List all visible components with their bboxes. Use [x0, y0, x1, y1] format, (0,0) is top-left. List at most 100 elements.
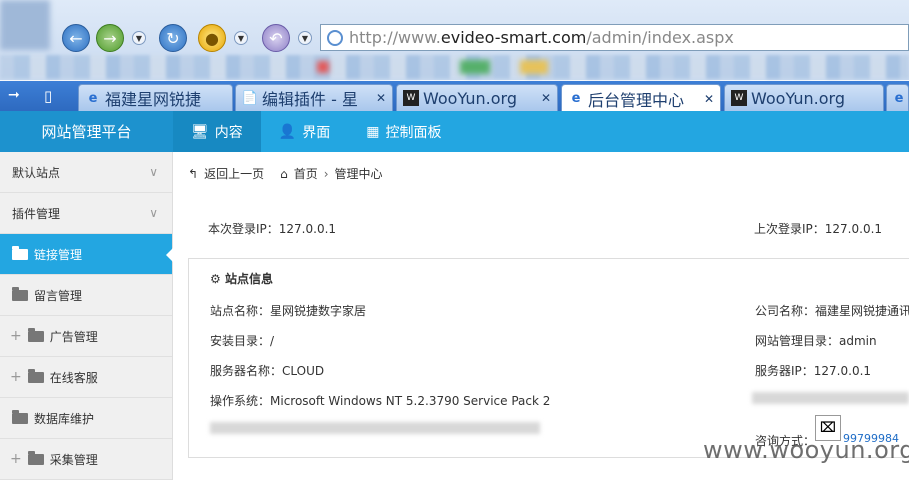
blurred-region — [317, 61, 329, 73]
site-info-title: ⚙ 站点信息 — [210, 270, 273, 287]
home-icon: ● — [205, 28, 219, 48]
chevron-down-icon: ∨ — [149, 165, 158, 179]
tab-title: WooYun.org — [751, 88, 846, 108]
refresh-icon: ↻ — [166, 28, 180, 48]
blurred-region — [460, 60, 490, 74]
back-button[interactable]: ← — [62, 24, 90, 52]
mobile-icon[interactable]: ▯ — [44, 87, 52, 105]
server-ip: 服务器IP：127.0.0.1 — [755, 364, 872, 378]
refresh-button[interactable]: ↻ — [159, 24, 187, 52]
app-header: 网站管理平台 🖥 内容 👤 界面 ▦ 控制面板 — [0, 111, 909, 152]
address-url[interactable]: http://www.evideo-smart.com/admin/index.… — [349, 28, 734, 47]
home-button[interactable]: ● — [198, 24, 226, 52]
sidebar-item-label: 默认站点 — [12, 165, 61, 180]
brand-title: 网站管理平台 — [0, 111, 173, 152]
tab-title: 福建星网锐捷 — [105, 90, 202, 109]
home-link[interactable]: 首页 — [294, 165, 318, 182]
blurred-region — [210, 422, 540, 434]
sidebar-item-label: 链接管理 — [34, 247, 83, 262]
top-nav-control-panel[interactable]: ▦ 控制面板 — [348, 111, 459, 152]
top-nav-label: 内容 — [214, 124, 243, 141]
watermark: www.wooyun.org — [703, 436, 909, 464]
arrow-right-icon: → — [103, 28, 117, 48]
tab-3[interactable]: W WooYun.org ✕ — [396, 84, 558, 111]
blurred-region — [752, 392, 909, 404]
expand-plus-icon[interactable]: + — [10, 369, 22, 385]
sidebar-item-label: 留言管理 — [34, 288, 83, 303]
sidebar-item-label: 采集管理 — [49, 452, 98, 467]
folder-icon — [27, 368, 44, 383]
sidebar: 默认站点 ∨ 插件管理 ∨ 链接管理 留言管理 + 广告管理 + 在线客服 数据… — [0, 152, 173, 480]
sidebar-item-plugin-management[interactable]: 插件管理 ∨ — [0, 193, 172, 234]
site-name: 站点名称：星网锐捷数字家居 — [210, 304, 367, 318]
admin-dir: 网站管理目录：admin — [755, 334, 877, 348]
sidebar-item-collection-management[interactable]: + 采集管理 — [0, 439, 172, 480]
undo-dropdown-button[interactable]: ▼ — [298, 31, 312, 45]
top-nav-interface[interactable]: 👤 界面 — [261, 111, 348, 152]
tab-2[interactable]: 📄 编辑插件 - 星 ✕ — [235, 84, 393, 111]
page-security-icon — [327, 29, 343, 46]
arrow-left-icon: ← — [69, 28, 83, 48]
close-icon[interactable]: ✕ — [704, 92, 714, 106]
chevron-down-icon: ∨ — [149, 206, 158, 220]
tab-4-active[interactable]: e 后台管理中心 ✕ — [561, 84, 721, 112]
sidebar-item-label: 在线客服 — [49, 370, 98, 385]
home-icon[interactable]: ⌂ — [280, 167, 288, 181]
url-host: evideo-smart.com — [440, 28, 587, 47]
wooyun-icon: W — [731, 90, 747, 106]
sidebar-item-link-management[interactable]: 链接管理 — [0, 234, 173, 275]
top-nav-label: 控制面板 — [385, 124, 442, 141]
folder-icon — [12, 286, 28, 301]
browser-toolbar: ← → ▼ ↻ ● ▼ ↶ ▼ http://www.evideo-smart.… — [0, 0, 909, 80]
blurred-region — [0, 0, 50, 50]
sidebar-item-database-maintenance[interactable]: 数据库维护 — [0, 398, 172, 439]
breadcrumb: ↰ 返回上一页 ⌂ 首页 › 管理中心 — [188, 165, 389, 182]
folder-icon — [12, 409, 28, 424]
top-nav-content[interactable]: 🖥 内容 — [173, 111, 261, 152]
sidebar-item-online-service[interactable]: + 在线客服 — [0, 357, 172, 398]
ie-icon: e — [571, 91, 581, 106]
undo-close-tab-button[interactable]: ↶ — [262, 24, 290, 52]
top-nav-label: 界面 — [302, 124, 331, 141]
server-name: 服务器名称：CLOUD — [210, 364, 325, 378]
return-icon[interactable]: ↰ — [188, 167, 198, 181]
back-link[interactable]: 返回上一页 — [204, 165, 264, 182]
home-dropdown-button[interactable]: ▼ — [234, 31, 248, 45]
folder-icon — [12, 245, 28, 260]
sidebar-item-ad-management[interactable]: + 广告管理 — [0, 316, 172, 357]
blurred-favorites-bar — [0, 55, 909, 79]
this-login-ip: 本次登录IP：127.0.0.1 — [208, 222, 337, 236]
forward-button[interactable]: → — [96, 24, 124, 52]
tab-title: WooYun.org — [423, 88, 518, 108]
tab-5[interactable]: W WooYun.org — [724, 84, 884, 111]
operating-system: 操作系统：Microsoft Windows NT 5.2.3790 Servi… — [210, 394, 551, 408]
close-icon[interactable]: ✕ — [541, 91, 551, 105]
expand-plus-icon[interactable]: + — [10, 328, 22, 344]
history-dropdown-button[interactable]: ▼ — [132, 31, 146, 45]
ie-icon: e — [88, 90, 98, 106]
address-bar[interactable]: http://www.evideo-smart.com/admin/index.… — [320, 24, 909, 51]
close-icon[interactable]: ✕ — [376, 91, 386, 105]
url-prefix: http://www. — [349, 28, 441, 47]
undo-icon: ↶ — [269, 28, 283, 48]
chevron-down-icon: ▼ — [135, 33, 143, 43]
expand-plus-icon[interactable]: + — [10, 451, 22, 467]
install-dir: 安装目录：/ — [210, 334, 275, 348]
gear-icon: ⚙ — [210, 272, 221, 286]
tab-overflow[interactable]: e — [886, 84, 909, 111]
chevron-down-icon: ▼ — [237, 33, 245, 43]
control-panel-icon: ▦ — [366, 123, 380, 140]
tab-sidebar-toggle-icon[interactable]: ➞ — [8, 87, 20, 103]
sidebar-item-label: 插件管理 — [12, 206, 61, 221]
ie-icon: e — [894, 90, 904, 106]
sidebar-item-default-site[interactable]: 默认站点 ∨ — [0, 152, 172, 193]
folder-icon — [27, 327, 44, 342]
top-nav: 🖥 内容 👤 界面 ▦ 控制面板 — [173, 111, 459, 152]
folder-icon — [27, 450, 44, 465]
page-icon: 📄 — [241, 90, 259, 106]
url-path: /admin/index.aspx — [586, 28, 734, 47]
tab-strip: ➞ ▯ e 福建星网锐捷 📄 编辑插件 - 星 ✕ W WooYun.org ✕… — [0, 81, 909, 112]
sidebar-item-message-management[interactable]: 留言管理 — [0, 275, 172, 316]
tab-1[interactable]: e 福建星网锐捷 — [78, 84, 233, 111]
user-icon: 👤 — [278, 123, 297, 140]
